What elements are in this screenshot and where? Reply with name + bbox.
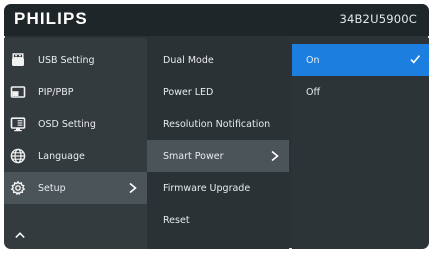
submenu-item-reset[interactable]: Reset [147,204,289,236]
usb-icon [10,52,26,68]
option-off[interactable]: Off [292,76,429,108]
menu-item-label: PIP/PBP [38,86,74,98]
menu-item-label: OSD Setting [38,118,96,130]
submenu-item-label: Firmware Upgrade [163,182,251,194]
submenu-item-power-led[interactable]: Power LED [147,76,289,108]
chevron-right-icon [269,150,281,162]
menu-item-usb-setting[interactable]: USB Setting [4,44,147,76]
submenu-item-dual-mode[interactable]: Dual Mode [147,44,289,76]
gear-icon [10,180,26,196]
submenu-item-label: Power LED [163,86,214,98]
option-on[interactable]: On [292,44,429,76]
osd-menu: PHILIPS 34B2U5900C USB Setting PIP/PBP O… [4,4,429,249]
menu-item-osd-setting[interactable]: OSD Setting [4,108,147,140]
submenu-item-firmware-upgrade[interactable]: Firmware Upgrade [147,172,289,204]
pip-pbp-icon [10,84,26,100]
menu-item-label: USB Setting [38,54,95,66]
main-menu: USB Setting PIP/PBP OSD Setting Language… [4,38,147,249]
chevron-up-icon[interactable] [14,229,26,241]
checkmark-icon [409,53,421,65]
submenu-item-smart-power[interactable]: Smart Power [147,140,289,172]
menu-item-language[interactable]: Language [4,140,147,172]
option-label: Off [306,86,321,98]
brand-logo: PHILIPS [14,9,88,28]
menu-item-label: Setup [38,182,66,194]
submenu-item-resolution-notification[interactable]: Resolution Notification [147,108,289,140]
submenu-item-label: Resolution Notification [163,118,271,130]
option-label: On [306,54,320,66]
osd-header: PHILIPS 34B2U5900C [4,4,429,36]
chevron-right-icon [127,182,139,194]
submenu-item-label: Smart Power [163,150,224,162]
model-number: 34B2U5900C [339,12,417,26]
osd-setting-icon [10,116,26,132]
smart-power-options: On Off [292,38,429,249]
menu-item-pip-pbp[interactable]: PIP/PBP [4,76,147,108]
globe-icon [10,148,26,164]
menu-item-setup[interactable]: Setup [4,172,147,204]
setup-submenu: Dual Mode Power LED Resolution Notificat… [147,38,289,249]
submenu-item-label: Reset [163,214,190,226]
submenu-item-label: Dual Mode [163,54,214,66]
menu-item-label: Language [38,150,85,162]
